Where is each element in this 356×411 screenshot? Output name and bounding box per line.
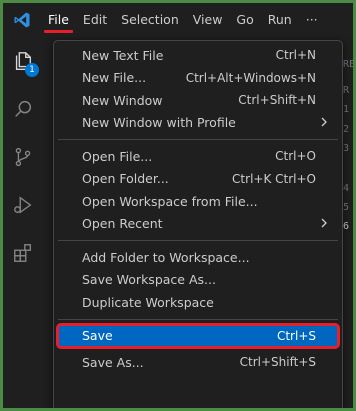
menu-bar: File Edit Selection View Go Run ···	[41, 3, 325, 37]
explorer-icon[interactable]: 1	[3, 37, 43, 85]
title-bar: File Edit Selection View Go Run ···	[3, 3, 353, 37]
chevron-right-icon	[320, 217, 328, 232]
editor-line: 1	[343, 104, 350, 115]
menu-duplicate-workspace[interactable]: Duplicate Workspace	[58, 291, 338, 314]
source-control-icon[interactable]	[3, 133, 43, 181]
menu-separator	[58, 240, 338, 241]
menu-run[interactable]: Run	[261, 8, 299, 32]
extensions-icon[interactable]	[3, 229, 43, 277]
explorer-badge: 1	[25, 63, 39, 77]
menu-save-as[interactable]: Save As... Ctrl+Shift+S	[58, 351, 338, 374]
menu-new-file[interactable]: New File... Ctrl+Alt+Windows+N	[58, 67, 338, 90]
editor-header: RE	[343, 59, 353, 70]
menu-open-file[interactable]: Open File... Ctrl+O	[58, 145, 338, 168]
menu-open-workspace-from-file[interactable]: Open Workspace from File...	[58, 190, 338, 213]
menu-selection[interactable]: Selection	[114, 8, 186, 32]
editor-line: 4	[343, 183, 350, 194]
menu-separator	[58, 318, 338, 320]
activity-bar: 1	[3, 37, 43, 408]
menu-go[interactable]: Go	[229, 8, 260, 32]
chevron-right-icon	[320, 116, 328, 131]
menu-new-window-with-profile[interactable]: New Window with Profile	[58, 112, 338, 135]
vscode-window: File Edit Selection View Go Run ··· 1 RE…	[3, 3, 353, 408]
menu-open-recent[interactable]: Open Recent	[58, 213, 338, 236]
menu-more[interactable]: ···	[299, 8, 325, 32]
run-debug-icon[interactable]	[3, 181, 43, 229]
menu-separator	[58, 139, 338, 140]
menu-file[interactable]: File	[41, 8, 76, 33]
menu-edit[interactable]: Edit	[76, 8, 114, 32]
vscode-logo-icon[interactable]	[3, 3, 41, 37]
search-icon[interactable]	[3, 85, 43, 133]
menu-save[interactable]: Save Ctrl+S	[56, 322, 340, 349]
editor-line: 5	[343, 202, 350, 213]
menu-new-text-file[interactable]: New Text File Ctrl+N	[58, 44, 338, 67]
editor-line: 2	[343, 124, 350, 135]
editor-line: 3	[343, 143, 350, 154]
editor-line: R	[343, 85, 350, 96]
menu-add-folder-to-workspace[interactable]: Add Folder to Workspace...	[58, 246, 338, 269]
menu-open-folder[interactable]: Open Folder... Ctrl+K Ctrl+O	[58, 168, 338, 191]
editor-line: 6	[343, 221, 350, 232]
menu-save-workspace-as[interactable]: Save Workspace As...	[58, 269, 338, 292]
menu-new-window[interactable]: New Window Ctrl+Shift+N	[58, 89, 338, 112]
file-menu-dropdown: New Text File Ctrl+N New File... Ctrl+Al…	[53, 40, 343, 408]
menu-view[interactable]: View	[186, 8, 230, 32]
